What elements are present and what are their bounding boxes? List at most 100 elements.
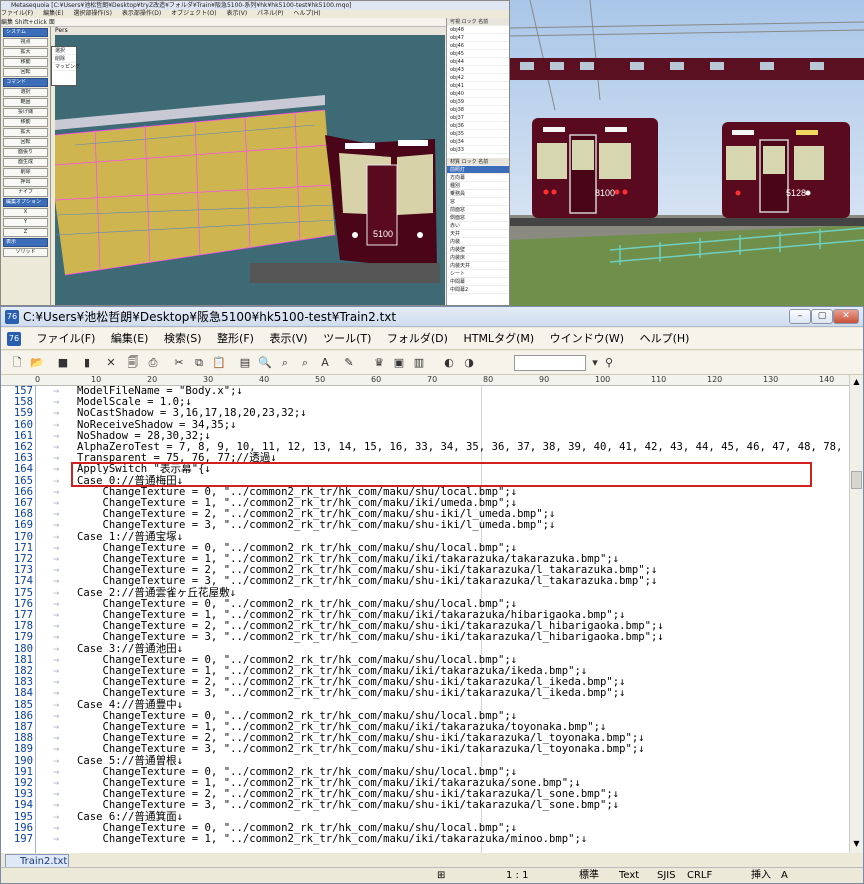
- open-folder-icon[interactable]: 📂: [29, 355, 45, 371]
- replace-icon[interactable]: A: [317, 355, 333, 371]
- panel-btn-range[interactable]: 範囲: [3, 98, 48, 107]
- status-insert[interactable]: 挿入: [751, 868, 771, 884]
- panel-btn-rotate-view[interactable]: 回転: [3, 68, 48, 77]
- network-icon[interactable]: ⊞: [437, 868, 445, 884]
- browser2-icon[interactable]: ◑: [461, 355, 477, 371]
- object-list-item[interactable]: obj33: [447, 146, 509, 154]
- material-list-item[interactable]: 種別: [447, 182, 509, 190]
- search-next-icon[interactable]: ⌕: [277, 355, 293, 371]
- material-list-item[interactable]: 内装壁: [447, 246, 509, 254]
- menu-file[interactable]: ファイル(F): [37, 328, 96, 350]
- font-icon[interactable]: ✎: [341, 355, 357, 371]
- preview-icon[interactable]: 🗐: [125, 355, 141, 371]
- paste-icon[interactable]: 📋: [211, 355, 227, 371]
- object-list-item[interactable]: obj44: [447, 58, 509, 66]
- code-line[interactable]: ChangeTexture = 1, "../common2_rk_tr/hk_…: [77, 833, 588, 845]
- document-tab[interactable]: Train2.txt: [5, 854, 69, 868]
- material-list-item[interactable]: 前面窓: [447, 206, 509, 214]
- panel-btn-knife[interactable]: ナイフ: [3, 188, 48, 197]
- material-list-item[interactable]: 乗務員: [447, 190, 509, 198]
- object-list-item[interactable]: obj48: [447, 26, 509, 34]
- print-icon[interactable]: ⎙: [145, 355, 161, 371]
- material-list-item[interactable]: 天井: [447, 230, 509, 238]
- code-line[interactable]: NoCastShadow = 3,16,17,18,20,23,32;↓: [77, 408, 307, 419]
- modeler-menu-help[interactable]: ヘルプ(H): [293, 10, 320, 17]
- popup-item-mapping[interactable]: マッピング: [52, 63, 80, 71]
- text-area[interactable]: 157 → ModelFileName = "Body.x";↓ 158 → ModelS…: [1, 386, 849, 853]
- delete-icon[interactable]: ✕: [103, 355, 119, 371]
- cut-icon[interactable]: ✂: [171, 355, 187, 371]
- panel-btn-zoom[interactable]: 拡大: [3, 48, 48, 57]
- panel-btn-move[interactable]: 移動: [3, 118, 48, 127]
- object-list-item[interactable]: obj45: [447, 50, 509, 58]
- object-list-item[interactable]: obj46: [447, 42, 509, 50]
- material-list-item[interactable]: 中間幕2: [447, 286, 509, 294]
- new-file-icon[interactable]: 🗋: [9, 355, 25, 371]
- panel-btn-rotate[interactable]: 回転: [3, 138, 48, 147]
- menu-html-tag[interactable]: HTMLタグ(M): [463, 328, 534, 350]
- status-newline[interactable]: CRLF: [687, 868, 712, 884]
- scroll-down-icon[interactable]: ▼: [851, 839, 862, 849]
- material-list-item[interactable]: 内装天井: [447, 262, 509, 270]
- object-list-item[interactable]: obj47: [447, 34, 509, 42]
- modeler-3d-viewport[interactable]: Pers 5100: [55, 27, 445, 305]
- maximize-button[interactable]: ▢: [811, 309, 833, 324]
- panel-btn-face[interactable]: 面張り: [3, 148, 48, 157]
- code-line[interactable]: ChangeTexture = 3, "../common2_rk_tr/hk_…: [77, 632, 664, 643]
- copy-icon[interactable]: ⧉: [191, 355, 207, 371]
- minimize-button[interactable]: –: [789, 309, 811, 324]
- modeler-menu-edit[interactable]: 編集(E): [43, 10, 63, 17]
- panel-btn-scale[interactable]: 拡大: [3, 128, 48, 137]
- material-list-item[interactable]: 内装: [447, 238, 509, 246]
- material-list-item[interactable]: シート: [447, 270, 509, 278]
- modeler-menu-file[interactable]: ファイル(F): [1, 10, 33, 17]
- menu-help[interactable]: ヘルプ(H): [640, 328, 690, 350]
- object-list-item[interactable]: obj42: [447, 74, 509, 82]
- menu-format[interactable]: 整形(F): [217, 328, 254, 350]
- menu-window[interactable]: ウインドウ(W): [550, 328, 624, 350]
- material-list-item[interactable]: 側面窓: [447, 214, 509, 222]
- panel-btn-move-view[interactable]: 移動: [3, 58, 48, 67]
- menu-folder[interactable]: フォルダ(D): [387, 328, 448, 350]
- object-list-item[interactable]: obj37: [447, 114, 509, 122]
- browser-icon[interactable]: ◐: [441, 355, 457, 371]
- material-list-item[interactable]: 中間幕: [447, 278, 509, 286]
- object-list-item[interactable]: obj38: [447, 106, 509, 114]
- panel-btn-delete[interactable]: 削除: [3, 168, 48, 177]
- toolbar-combo-box[interactable]: [514, 355, 586, 371]
- code-line[interactable]: ChangeTexture = 3, "../common2_rk_tr/hk_…: [77, 576, 658, 587]
- code-line[interactable]: ChangeTexture = 3, "../common2_rk_tr/hk_…: [77, 520, 556, 531]
- popup-item-select[interactable]: 選択: [52, 47, 76, 55]
- object-list-item[interactable]: obj35: [447, 130, 509, 138]
- modeler-menu-select[interactable]: 選択部操作(S): [73, 10, 112, 17]
- status-mode[interactable]: 標準: [579, 868, 599, 884]
- panel-btn-select[interactable]: 選択: [3, 88, 48, 97]
- modeler-menu-view[interactable]: 表示(V): [226, 10, 247, 17]
- modeler-menu-object[interactable]: オブジェクト(O): [171, 10, 216, 17]
- panel-btn-solid[interactable]: ソリッド: [3, 248, 48, 257]
- object-list-item[interactable]: obj34: [447, 138, 509, 146]
- frame-icon[interactable]: ▣: [391, 355, 407, 371]
- panel-btn-view[interactable]: 視点: [3, 38, 48, 47]
- object-list-item[interactable]: obj39: [447, 98, 509, 106]
- panel-btn-face-gen[interactable]: 面生成: [3, 158, 48, 167]
- scroll-up-icon[interactable]: ▲: [851, 377, 862, 387]
- scroll-thumb[interactable]: [851, 471, 862, 489]
- menu-view[interactable]: 表示(V): [269, 328, 307, 350]
- viewport-tab-pers[interactable]: Pers: [55, 27, 68, 34]
- search-icon[interactable]: 🔍: [257, 355, 273, 371]
- window-icon[interactable]: ▤: [237, 355, 253, 371]
- material-list-item[interactable]: 方向幕: [447, 174, 509, 182]
- binoculars-icon[interactable]: ⚲: [601, 355, 617, 371]
- menu-edit[interactable]: 編集(E): [111, 328, 149, 350]
- vertical-scrollbar[interactable]: ▲ ▼: [849, 375, 863, 853]
- panel-btn-axis-z[interactable]: Z: [3, 228, 48, 237]
- close-doc-icon[interactable]: ▮: [79, 355, 95, 371]
- object-list-item[interactable]: obj40: [447, 90, 509, 98]
- save-icon[interactable]: ■: [55, 355, 71, 371]
- status-encoding[interactable]: SJIS: [657, 868, 676, 884]
- popup-item-delete[interactable]: 削除: [52, 55, 76, 63]
- status-type[interactable]: Text: [619, 868, 639, 884]
- panel-btn-axis-y[interactable]: Y: [3, 218, 48, 227]
- material-list-item[interactable]: 内装床: [447, 254, 509, 262]
